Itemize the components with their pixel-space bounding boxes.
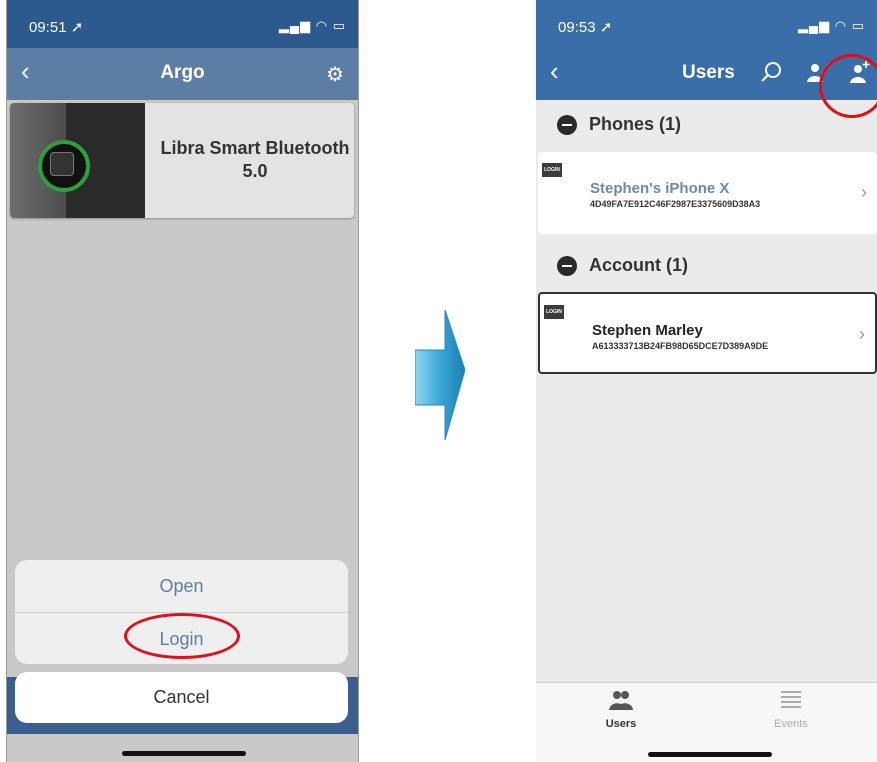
status-bar: 09:53 ➚ ▂▄▆ ◠ ▭ <box>536 0 877 48</box>
gear-icon[interactable]: ⚙ <box>326 62 344 87</box>
login-highlight-ring <box>124 613 240 659</box>
page-title: Argo <box>160 62 205 83</box>
section-label: Account (1) <box>589 255 688 275</box>
list-item-phone[interactable]: LOGIN Stephen's iPhone X 4D49FA7E912C46F… <box>538 152 877 234</box>
tab-users[interactable]: Users <box>576 689 666 730</box>
status-time: 09:51 ➚ <box>29 19 84 36</box>
phone-id: 4D49FA7E912C46F2987E3375609D38A3 <box>590 199 761 209</box>
login-screen: 09:51 ➚ ▂▄▆ ◠ ▭ ‹ Argo ⚙ Libra Smart Blu… <box>6 0 359 762</box>
section-label: Phones (1) <box>589 114 682 134</box>
lock-card[interactable]: Libra Smart Bluetooth 5.0 <box>10 103 354 218</box>
status-time: 09:53 ➚ <box>558 19 613 36</box>
login-badge: LOGIN <box>542 163 562 177</box>
tab-label: Events <box>774 718 808 730</box>
users-screen: 09:53 ➚ ▂▄▆ ◠ ▭ ‹ Users Phones (1) LOGIN… <box>536 0 877 762</box>
nav-bar: ‹ Argo ⚙ <box>7 48 358 100</box>
account-name: Stephen Marley <box>592 322 703 339</box>
cancel-button[interactable]: Cancel <box>15 672 348 723</box>
chevron-right-icon: › <box>861 182 867 202</box>
phone-name: Stephen's iPhone X <box>590 180 730 197</box>
lock-name: Libra Smart Bluetooth 5.0 <box>160 138 350 181</box>
home-indicator[interactable] <box>648 752 772 757</box>
home-indicator[interactable] <box>122 751 246 756</box>
collapse-icon[interactable] <box>557 256 577 276</box>
search-icon[interactable] <box>760 60 784 84</box>
list-item-account[interactable]: LOGIN Stephen Marley A613333713B24FB98D6… <box>538 292 877 374</box>
tab-label: Users <box>605 718 637 730</box>
signal-wifi-battery-icons: ▂▄▆ ◠ ▭ <box>797 18 865 33</box>
tab-bar: Users Events <box>536 682 877 762</box>
open-button[interactable]: Open <box>15 576 348 597</box>
collapse-icon[interactable] <box>557 115 577 135</box>
section-header-phones[interactable]: Phones (1) <box>536 104 877 144</box>
page-title: Users <box>682 62 735 83</box>
lock-image <box>10 103 145 218</box>
events-tab-icon <box>781 691 801 708</box>
account-id: A613333713B24FB98D65DCE7D389A9DE <box>592 341 769 351</box>
users-tab-icon <box>609 691 633 710</box>
chevron-right-icon: › <box>859 324 865 344</box>
back-chevron-icon[interactable]: ‹ <box>550 58 559 84</box>
signal-wifi-battery-icons: ▂▄▆ ◠ ▭ <box>278 18 346 33</box>
login-badge: LOGIN <box>544 305 564 319</box>
section-header-account[interactable]: Account (1) <box>536 245 877 285</box>
tab-events[interactable]: Events <box>746 689 836 730</box>
status-bar: 09:51 ➚ ▂▄▆ ◠ ▭ <box>7 0 358 48</box>
arrow-icon <box>415 310 465 440</box>
